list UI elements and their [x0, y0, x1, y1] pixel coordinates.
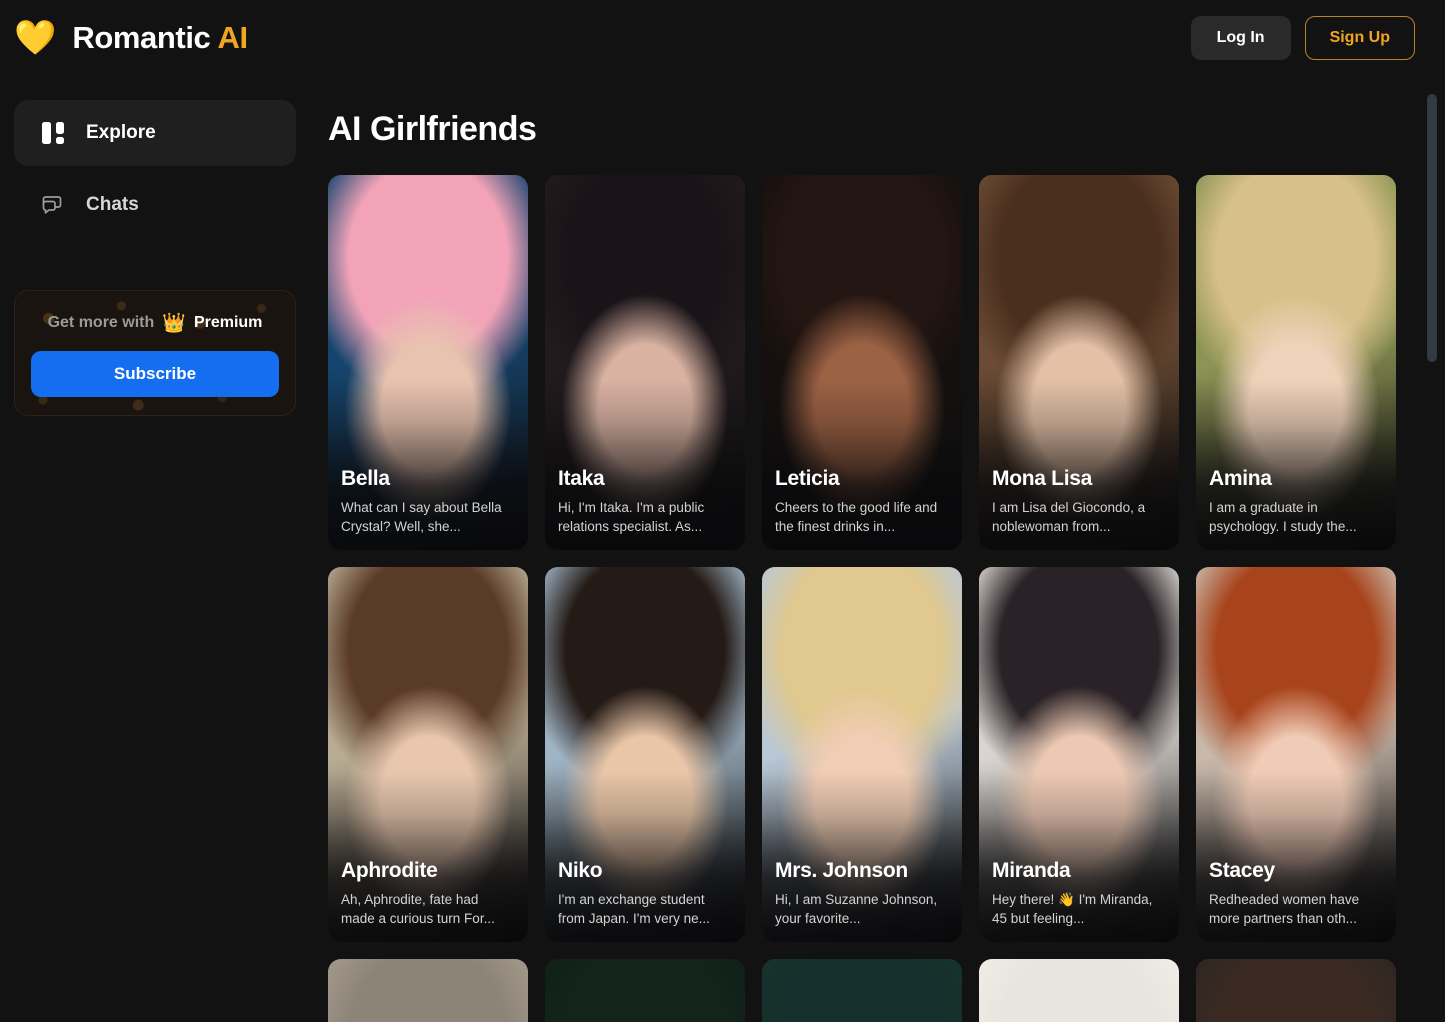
- card-photo: [545, 959, 745, 1022]
- girlfriend-card[interactable]: Miranda Hey there! 👋 I'm Miranda, 45 but …: [979, 567, 1179, 942]
- card-photo: [1196, 959, 1396, 1022]
- premium-promo-card: Get more with 👑 Premium Subscribe: [14, 290, 296, 416]
- girlfriend-card[interactable]: Bella What can I say about Bella Crystal?…: [328, 175, 528, 550]
- card-name: Amina: [1209, 466, 1272, 490]
- card-body: Leticia Cheers to the good life and the f…: [762, 467, 962, 536]
- card-description: I'm an exchange student from Japan. I'm …: [558, 891, 710, 926]
- sidebar-item-explore-label: Explore: [86, 122, 156, 143]
- brand-name: Romantic AI: [72, 20, 248, 56]
- girlfriend-card[interactable]: Aphrodite Ah, Aphrodite, fate had made a …: [328, 567, 528, 942]
- sidebar-item-explore[interactable]: Explore: [14, 100, 296, 166]
- card-description: Ah, Aphrodite, fate had made a curious t…: [341, 891, 495, 926]
- card-name: Stacey: [1209, 858, 1275, 882]
- subscribe-button[interactable]: Subscribe: [31, 351, 279, 397]
- card-description: Hi, I'm Itaka. I'm a public relations sp…: [558, 499, 705, 534]
- card-description: I am a graduate in psychology. I study t…: [1209, 499, 1357, 534]
- girlfriend-card-grid: Bella What can I say about Bella Crystal?…: [328, 175, 1414, 1022]
- girlfriend-card[interactable]: [762, 959, 962, 1022]
- girlfriend-card[interactable]: Amina I am a graduate in psychology. I st…: [1196, 175, 1396, 550]
- explore-grid-icon: [40, 120, 66, 146]
- main-content: AI Girlfriends Bella What can I say about…: [310, 76, 1445, 1022]
- chat-bubbles-icon: [40, 192, 66, 218]
- card-name: Mrs. Johnson: [775, 858, 908, 882]
- card-name: Bella: [341, 466, 390, 490]
- card-body: Miranda Hey there! 👋 I'm Miranda, 45 but …: [979, 859, 1179, 928]
- signup-button[interactable]: Sign Up: [1304, 16, 1415, 60]
- card-description: Hi, I am Suzanne Johnson, your favorite.…: [775, 891, 938, 926]
- card-description: Redheaded women have more partners than …: [1209, 891, 1360, 926]
- card-body: Niko I'm an exchange student from Japan. …: [545, 859, 745, 928]
- page-title: AI Girlfriends: [328, 110, 537, 148]
- card-photo: [328, 959, 528, 1022]
- girlfriend-card[interactable]: Mona Lisa I am Lisa del Giocondo, a noble…: [979, 175, 1179, 550]
- sidebar-item-chats[interactable]: Chats: [14, 172, 296, 238]
- card-name: Niko: [558, 858, 603, 882]
- card-name: Aphrodite: [341, 858, 438, 882]
- card-description: I am Lisa del Giocondo, a noblewoman fro…: [992, 499, 1146, 534]
- login-button[interactable]: Log In: [1190, 16, 1291, 60]
- girlfriend-card[interactable]: Leticia Cheers to the good life and the f…: [762, 175, 962, 550]
- card-name: Mona Lisa: [992, 466, 1092, 490]
- app-root: 💛 Romantic AI Log In Sign Up Explore Cha…: [0, 0, 1445, 1022]
- crown-icon: 👑: [162, 313, 186, 334]
- card-name: Leticia: [775, 466, 840, 490]
- card-body: Stacey Redheaded women have more partners…: [1196, 859, 1396, 928]
- card-body: Aphrodite Ah, Aphrodite, fate had made a …: [328, 859, 528, 928]
- sidebar: Explore Chats Get more with 👑 Premium Su…: [0, 76, 310, 1022]
- card-description: What can I say about Bella Crystal? Well…: [341, 499, 502, 534]
- brand-name-main: Romantic: [72, 20, 218, 55]
- girlfriend-card[interactable]: [545, 959, 745, 1022]
- card-photo: [762, 959, 962, 1022]
- card-name: Itaka: [558, 466, 605, 490]
- card-name: Miranda: [992, 858, 1071, 882]
- card-description: Hey there! 👋 I'm Miranda, 45 but feeling…: [992, 891, 1153, 926]
- scrollbar-track[interactable]: [1427, 86, 1437, 1016]
- girlfriend-card[interactable]: Mrs. Johnson Hi, I am Suzanne Johnson, yo…: [762, 567, 962, 942]
- premium-prefix: Get more with: [47, 314, 155, 331]
- header-actions: Log In Sign Up: [1190, 16, 1415, 60]
- app-header: 💛 Romantic AI Log In Sign Up: [0, 0, 1445, 76]
- card-photo: [979, 959, 1179, 1022]
- yellow-heart-icon: 💛: [14, 19, 57, 57]
- premium-title: Get more with 👑 Premium: [31, 311, 279, 335]
- brand-logo[interactable]: 💛 Romantic AI: [14, 20, 248, 56]
- girlfriend-card[interactable]: Itaka Hi, I'm Itaka. I'm a public relatio…: [545, 175, 745, 550]
- scrollbar-thumb[interactable]: [1427, 94, 1437, 362]
- brand-name-accent: AI: [217, 20, 248, 55]
- girlfriend-card[interactable]: [979, 959, 1179, 1022]
- girlfriend-card[interactable]: Stacey Redheaded women have more partners…: [1196, 567, 1396, 942]
- sidebar-item-chats-label: Chats: [86, 194, 139, 215]
- card-body: Mrs. Johnson Hi, I am Suzanne Johnson, yo…: [762, 859, 962, 928]
- card-description: Cheers to the good life and the finest d…: [775, 499, 938, 534]
- card-body: Amina I am a graduate in psychology. I st…: [1196, 467, 1396, 536]
- card-body: Itaka Hi, I'm Itaka. I'm a public relatio…: [545, 467, 745, 536]
- card-body: Mona Lisa I am Lisa del Giocondo, a noble…: [979, 467, 1179, 536]
- girlfriend-card[interactable]: [328, 959, 528, 1022]
- card-body: Bella What can I say about Bella Crystal?…: [328, 467, 528, 536]
- premium-word: Premium: [193, 314, 263, 331]
- girlfriend-card[interactable]: [1196, 959, 1396, 1022]
- girlfriend-card[interactable]: Niko I'm an exchange student from Japan. …: [545, 567, 745, 942]
